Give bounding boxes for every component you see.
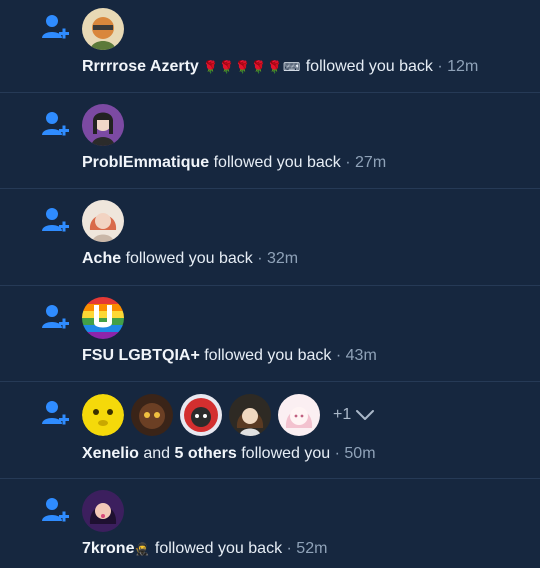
avatar-group <box>82 490 131 532</box>
avatar-group <box>82 297 131 339</box>
separator: · <box>345 154 351 171</box>
user-name[interactable]: Xenelio <box>82 445 139 462</box>
avatar[interactable] <box>82 490 124 532</box>
avatar[interactable] <box>82 394 124 436</box>
more-count: +1 <box>333 406 352 423</box>
timestamp[interactable]: 12m <box>447 58 478 75</box>
avatar[interactable] <box>82 8 124 50</box>
separator: · <box>334 445 340 462</box>
notification-item[interactable]: FSU LGBTQIA+ followed you back · 43m <box>0 286 540 382</box>
avatar[interactable] <box>229 394 271 436</box>
timestamp[interactable]: 27m <box>355 154 386 171</box>
avatar-group: +1 <box>82 394 375 436</box>
avatar[interactable] <box>278 394 320 436</box>
expand-followers-button[interactable]: +1 <box>333 406 375 424</box>
timestamp[interactable]: 52m <box>296 540 327 557</box>
avatar[interactable] <box>131 394 173 436</box>
chevron-down-icon <box>356 410 375 420</box>
person-add-icon <box>42 498 69 522</box>
action-text: followed you back <box>125 250 253 267</box>
timestamp[interactable]: 43m <box>346 347 377 364</box>
timestamp[interactable]: 32m <box>267 250 298 267</box>
separator: · <box>437 58 443 75</box>
conjunction-text: and <box>143 445 171 462</box>
separator: · <box>335 347 342 364</box>
avatar-group <box>82 200 131 242</box>
action-text: followed you back <box>204 347 332 364</box>
user-name[interactable]: 7krone <box>82 540 134 557</box>
action-text: followed you back <box>305 58 433 75</box>
notification-text: Ache followed you back · 32m <box>82 248 530 270</box>
notification-text: ProblEmmatique followed you back · 27m <box>82 152 530 174</box>
notification-text: Rrrrrose Azerty 🌹🌹🌹🌹🌹⌨ followed you back… <box>82 56 530 78</box>
person-add-icon <box>42 112 69 136</box>
name-emoji: 🥷 <box>134 542 151 556</box>
notification-text: Xenelio and 5 others followed you · 50m <box>82 443 530 465</box>
timestamp[interactable]: 50m <box>344 445 375 462</box>
notification-text: FSU LGBTQIA+ followed you back · 43m <box>82 345 530 367</box>
user-name[interactable]: FSU LGBTQIA+ <box>82 347 200 364</box>
others-count[interactable]: 5 others <box>175 445 237 462</box>
user-name[interactable]: Ache <box>82 250 121 267</box>
person-add-icon <box>42 208 69 232</box>
notification-item[interactable]: 7krone🥷 followed you back · 52m <box>0 479 540 568</box>
separator: · <box>286 540 292 557</box>
separator: · <box>257 250 263 267</box>
name-emoji: 🌹🌹🌹🌹🌹⌨ <box>203 60 302 74</box>
action-text: followed you <box>241 445 331 462</box>
user-name[interactable]: Rrrrrose Azerty <box>82 58 199 75</box>
notification-text: 7krone🥷 followed you back · 52m <box>82 538 530 560</box>
person-add-icon <box>42 401 69 425</box>
notification-item[interactable]: ProblEmmatique followed you back · 27m <box>0 93 540 189</box>
avatar[interactable] <box>82 104 124 146</box>
notification-item[interactable]: Ache followed you back · 32m <box>0 189 540 286</box>
notification-item[interactable]: +1 Xenelio and 5 others followed you · 5… <box>0 382 540 479</box>
notifications-feed: Rrrrrose Azerty 🌹🌹🌹🌹🌹⌨ followed you back… <box>0 0 540 568</box>
avatar-group <box>82 104 131 146</box>
user-name[interactable]: ProblEmmatique <box>82 154 209 171</box>
notification-item[interactable]: Rrrrrose Azerty 🌹🌹🌹🌹🌹⌨ followed you back… <box>0 0 540 93</box>
avatar[interactable] <box>82 200 124 242</box>
person-add-icon <box>42 305 69 329</box>
avatar[interactable] <box>82 297 124 339</box>
action-text: followed you back <box>154 540 283 557</box>
action-text: followed you back <box>213 154 341 171</box>
avatar-group <box>82 8 131 50</box>
avatar[interactable] <box>180 394 222 436</box>
person-add-icon <box>42 15 69 39</box>
